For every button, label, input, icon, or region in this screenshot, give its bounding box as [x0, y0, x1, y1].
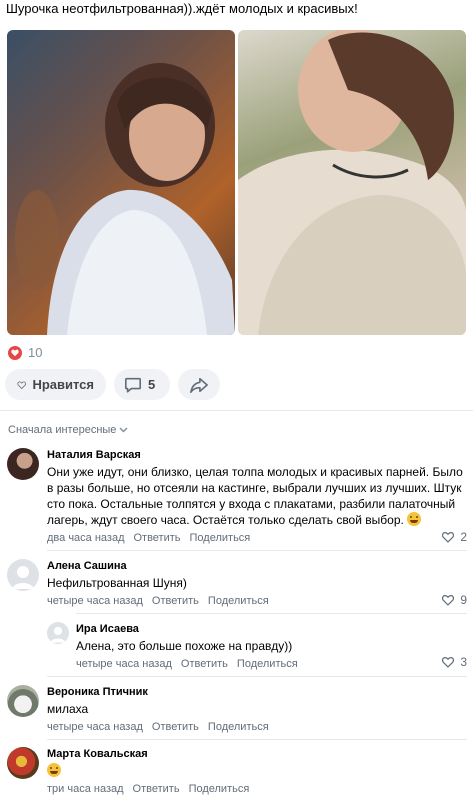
comment-text: Они уже идут, они близко, целая толпа мо…: [47, 465, 463, 527]
grinning-emoji-icon: [407, 512, 422, 526]
comment-time[interactable]: четыре часа назад: [47, 721, 143, 733]
comment-like-button[interactable]: 3: [441, 655, 467, 669]
like-label: Нравится: [32, 377, 94, 392]
share-comment-button[interactable]: Поделиться: [208, 595, 269, 607]
heart-outline-icon: [442, 657, 455, 668]
likes-summary[interactable]: 10: [8, 345, 42, 360]
divider: [76, 613, 467, 614]
reply-button[interactable]: Ответить: [152, 721, 199, 733]
comment-meta: два часа назад Ответить Поделиться: [47, 532, 467, 544]
divider: [47, 676, 467, 677]
comment-like-button[interactable]: 9: [441, 593, 467, 607]
comment-author[interactable]: Ира Исаева: [76, 622, 467, 636]
comment-time[interactable]: три часа назад: [47, 783, 124, 795]
share-comment-button[interactable]: Поделиться: [208, 721, 269, 733]
post-text: Шурочка неотфильтрованная)).ждёт молодых…: [6, 1, 358, 16]
comments-count: 5: [148, 377, 156, 392]
comment-meta: три часа назад Ответить Поделиться: [47, 783, 467, 795]
reply-button[interactable]: Ответить: [181, 658, 228, 670]
comment: Алена Сашина Нефильтрованная Шуня) четыр…: [7, 559, 467, 609]
comment-author[interactable]: Алена Сашина: [47, 559, 467, 573]
comment-author[interactable]: Вероника Птичник: [47, 685, 467, 699]
comment-text: милаха: [47, 702, 89, 716]
post-actions: Нравится 5: [5, 369, 220, 400]
post-photo-left[interactable]: [7, 30, 235, 335]
comment-text: [47, 763, 467, 779]
avatar[interactable]: [7, 448, 39, 480]
comment-time[interactable]: четыре часа назад: [76, 658, 172, 670]
avatar[interactable]: [7, 747, 39, 779]
share-comment-button[interactable]: Поделиться: [189, 783, 250, 795]
heart-outline-icon: [442, 532, 455, 543]
comment-likes-count: 2: [460, 530, 467, 544]
share-button[interactable]: [178, 369, 220, 400]
divider: [0, 410, 473, 411]
comment-button[interactable]: 5: [114, 369, 170, 400]
comment: Наталия Варская Они уже идут, они близко…: [7, 448, 467, 548]
sort-label: Сначала интересные: [8, 424, 117, 436]
comment-time[interactable]: четыре часа назад: [47, 595, 143, 607]
comment-meta: четыре часа назад Ответить Поделиться: [47, 721, 467, 733]
avatar[interactable]: [7, 559, 39, 591]
comment-reply: Ира Исаева Алена, это больше похоже на п…: [47, 622, 467, 672]
comment-meta: четыре часа назад Ответить Поделиться: [47, 595, 467, 607]
share-comment-button[interactable]: Поделиться: [237, 658, 298, 670]
divider: [47, 739, 467, 740]
avatar[interactable]: [7, 685, 39, 717]
share-comment-button[interactable]: Поделиться: [190, 532, 251, 544]
comment-likes-count: 3: [460, 655, 467, 669]
comment-time[interactable]: два часа назад: [47, 532, 124, 544]
heart-icon: [8, 345, 22, 360]
reply-button[interactable]: Ответить: [133, 783, 180, 795]
chevron-down-icon: [119, 427, 128, 433]
comment-author[interactable]: Наталия Варская: [47, 448, 467, 462]
share-icon: [190, 377, 208, 393]
comment-icon: [124, 377, 142, 393]
comment: Вероника Птичник милаха четыре часа наза…: [7, 685, 467, 735]
likes-count: 10: [28, 345, 43, 360]
heart-outline-icon: [17, 380, 27, 389]
avatar[interactable]: [47, 622, 69, 644]
comment-likes-count: 9: [460, 593, 467, 607]
comment: Марта Ковальская три часа назад Ответить…: [7, 747, 467, 802]
post-photos: [7, 30, 466, 335]
comments-sort[interactable]: Сначала интересные: [8, 424, 128, 436]
comment-text: Нефильтрованная Шуня): [47, 576, 187, 590]
heart-outline-icon: [442, 595, 455, 606]
reply-button[interactable]: Ответить: [152, 595, 199, 607]
comment-author[interactable]: Марта Ковальская: [47, 747, 467, 761]
comment-like-button[interactable]: 2: [441, 530, 467, 544]
divider: [47, 550, 467, 551]
comment-text: Алена, это больше похоже на правду)): [76, 639, 293, 653]
reply-button[interactable]: Ответить: [133, 532, 180, 544]
post-photo-right[interactable]: [238, 30, 466, 335]
grinning-emoji-icon: [47, 763, 61, 777]
comment-meta: четыре часа назад Ответить Поделиться: [76, 658, 467, 670]
like-button[interactable]: Нравится: [5, 369, 106, 400]
